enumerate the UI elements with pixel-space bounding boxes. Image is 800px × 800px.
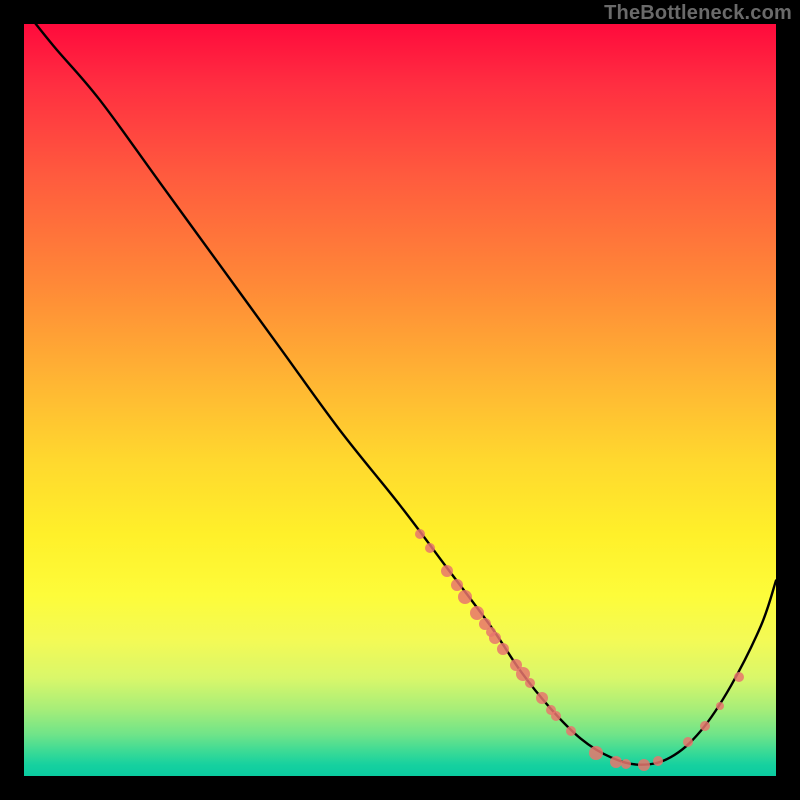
- curve-marker: [716, 702, 724, 710]
- curve-marker: [621, 759, 631, 769]
- curve-marker: [683, 737, 693, 747]
- bottleneck-curve: [24, 24, 776, 765]
- curve-marker: [700, 721, 710, 731]
- curve-marker: [470, 606, 484, 620]
- curve-marker: [525, 678, 535, 688]
- watermark-text: TheBottleneck.com: [604, 2, 792, 25]
- curve-marker: [425, 543, 435, 553]
- curve-marker: [441, 565, 453, 577]
- curve-marker: [653, 756, 663, 766]
- curve-marker: [489, 632, 501, 644]
- curve-marker: [415, 529, 425, 539]
- curve-markers: [415, 529, 744, 771]
- plot-area: [24, 24, 776, 776]
- chart-svg: [24, 24, 776, 776]
- curve-marker: [551, 711, 561, 721]
- curve-marker: [589, 746, 603, 760]
- chart-root: TheBottleneck.com: [0, 0, 800, 800]
- curve-marker: [734, 672, 744, 682]
- curve-marker: [497, 643, 509, 655]
- curve-marker: [451, 579, 463, 591]
- curve-marker: [638, 759, 650, 771]
- curve-marker: [458, 590, 472, 604]
- curve-marker: [566, 726, 576, 736]
- curve-marker: [610, 756, 622, 768]
- curve-marker: [536, 692, 548, 704]
